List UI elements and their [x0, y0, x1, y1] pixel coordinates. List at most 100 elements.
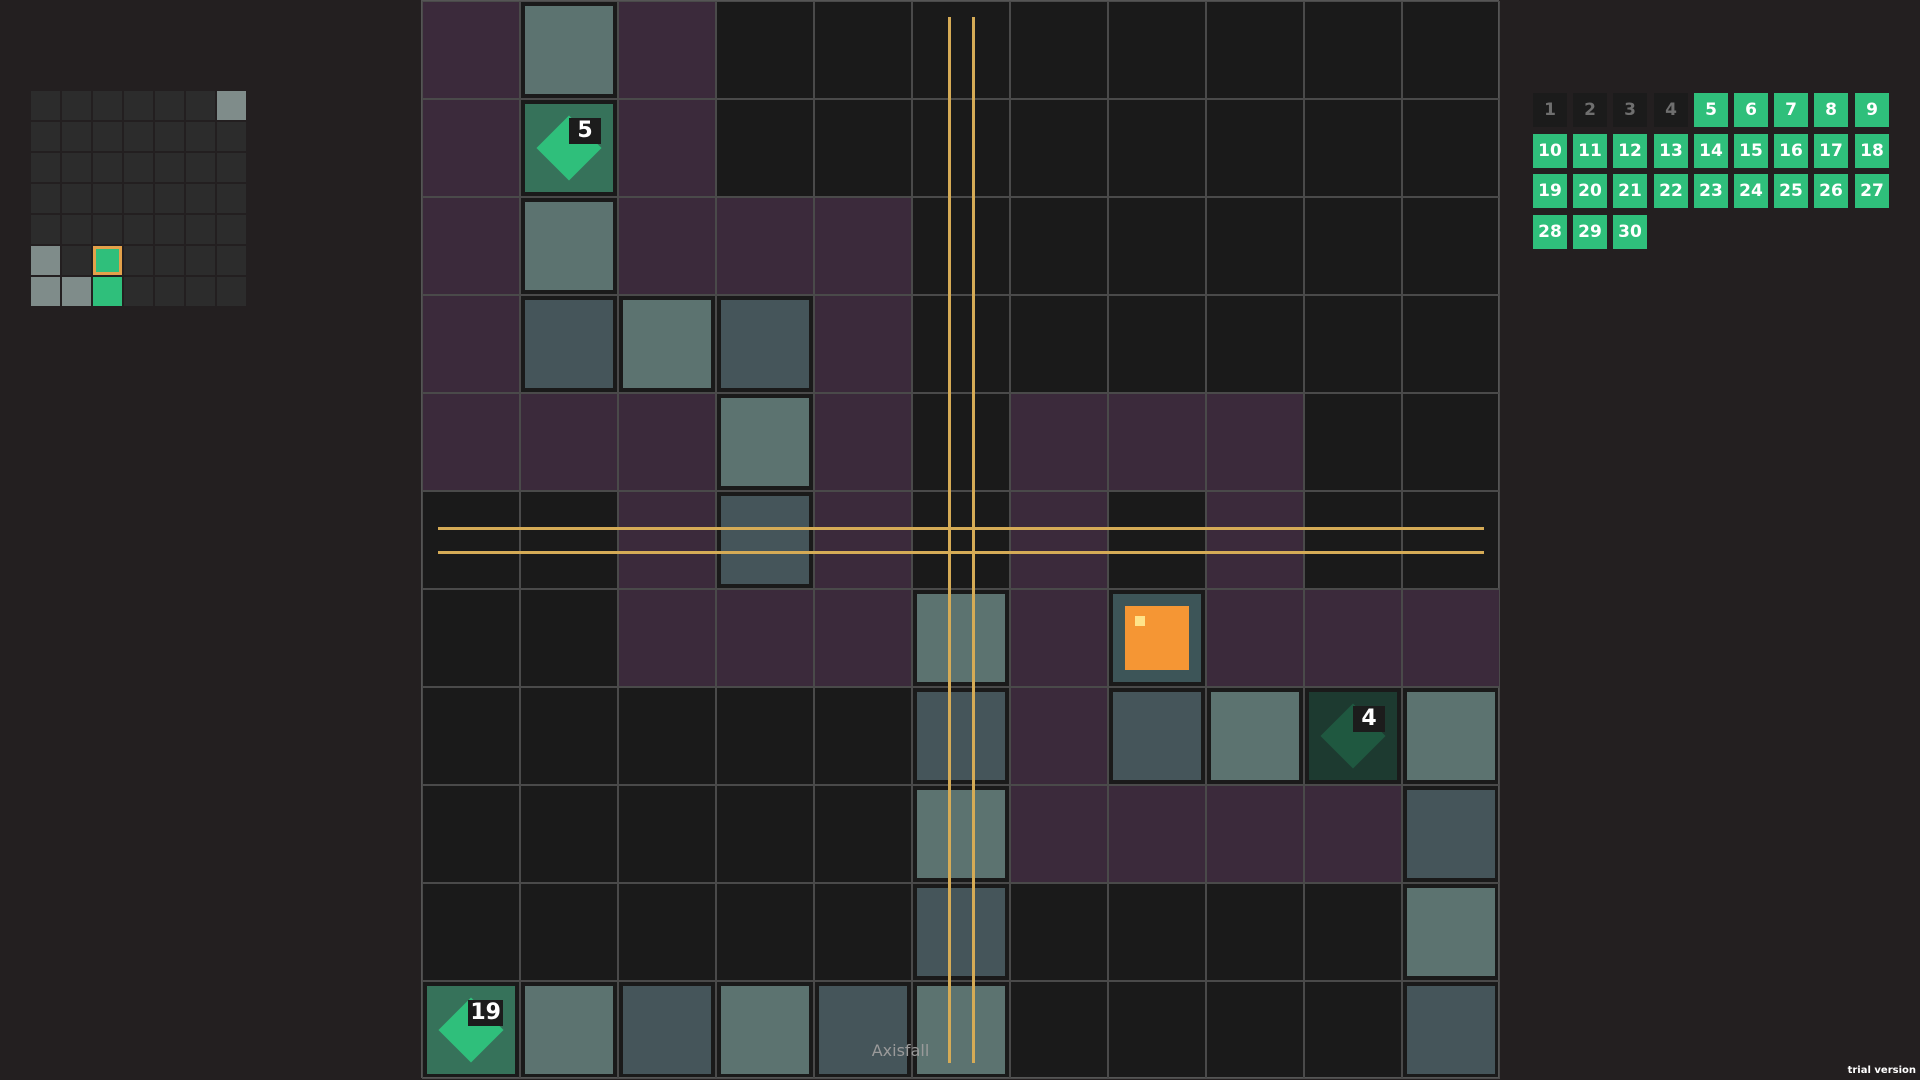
board-cell[interactable] — [618, 393, 716, 491]
board-cell[interactable]: 5 — [520, 99, 618, 197]
board-cell[interactable] — [520, 491, 618, 589]
gray-block[interactable] — [917, 986, 1005, 1074]
gray-block[interactable] — [917, 594, 1005, 682]
level-button-12[interactable]: 12 — [1613, 133, 1647, 168]
level-button-2[interactable]: 2 — [1573, 93, 1607, 127]
board-cell[interactable] — [1108, 295, 1206, 393]
board-cell[interactable] — [1108, 491, 1206, 589]
board-cell[interactable] — [520, 295, 618, 393]
board-cell[interactable] — [814, 295, 912, 393]
board-cell[interactable] — [1206, 491, 1304, 589]
slate-block[interactable] — [917, 692, 1005, 780]
green-piece[interactable]: 19 — [427, 986, 515, 1074]
board-cell[interactable] — [1108, 393, 1206, 491]
board-cell[interactable] — [1402, 785, 1500, 883]
level-button-7[interactable]: 7 — [1774, 93, 1808, 127]
board-cell[interactable] — [1108, 1, 1206, 99]
board-cell[interactable] — [422, 687, 520, 785]
board-cell[interactable] — [618, 785, 716, 883]
board-cell[interactable] — [912, 197, 1010, 295]
gray-block[interactable] — [525, 986, 613, 1074]
board-cell[interactable] — [1108, 883, 1206, 981]
board-cell[interactable] — [1206, 687, 1304, 785]
board-cell[interactable] — [912, 589, 1010, 687]
board-cell[interactable] — [1010, 99, 1108, 197]
board-cell[interactable] — [1402, 99, 1500, 197]
board-cell[interactable] — [1304, 197, 1402, 295]
board-cell[interactable] — [1206, 883, 1304, 981]
gray-block[interactable] — [1407, 888, 1495, 976]
board-cell[interactable] — [1206, 1, 1304, 99]
board-cell[interactable] — [912, 491, 1010, 589]
board-cell[interactable] — [716, 785, 814, 883]
green-piece[interactable]: 4 — [1309, 692, 1397, 780]
green-piece[interactable]: 5 — [525, 104, 613, 192]
board-cell[interactable] — [1402, 1, 1500, 99]
board-cell[interactable] — [912, 295, 1010, 393]
board-cell[interactable] — [814, 1, 912, 99]
level-button-3[interactable]: 3 — [1613, 93, 1647, 127]
board-cell[interactable] — [1206, 99, 1304, 197]
board-cell[interactable] — [422, 197, 520, 295]
board-cell[interactable] — [618, 981, 716, 1079]
board-cell[interactable] — [1206, 981, 1304, 1079]
board-cell[interactable] — [1402, 393, 1500, 491]
level-button-18[interactable]: 18 — [1855, 133, 1889, 168]
board-cell[interactable] — [912, 687, 1010, 785]
gray-block[interactable] — [721, 398, 809, 486]
board-cell[interactable] — [618, 491, 716, 589]
board-cell[interactable] — [520, 687, 618, 785]
board-cell[interactable] — [618, 1, 716, 99]
board-cell[interactable] — [1304, 393, 1402, 491]
gray-block[interactable] — [917, 790, 1005, 878]
board-cell[interactable] — [814, 981, 912, 1079]
board-cell[interactable] — [422, 393, 520, 491]
board-cell[interactable] — [1010, 393, 1108, 491]
board-cell[interactable] — [1304, 883, 1402, 981]
board-cell[interactable] — [814, 393, 912, 491]
board-cell[interactable] — [716, 981, 814, 1079]
board-cell[interactable] — [1108, 981, 1206, 1079]
board-cell[interactable] — [716, 687, 814, 785]
board-cell[interactable] — [814, 589, 912, 687]
board-cell[interactable] — [520, 589, 618, 687]
board-cell[interactable] — [618, 295, 716, 393]
board-cell[interactable] — [814, 197, 912, 295]
board-cell[interactable] — [1108, 785, 1206, 883]
board-cell[interactable] — [716, 1, 814, 99]
board-cell[interactable] — [1010, 295, 1108, 393]
level-button-14[interactable]: 14 — [1694, 133, 1728, 168]
level-button-28[interactable]: 28 — [1533, 214, 1567, 249]
board-cell[interactable] — [1304, 491, 1402, 589]
board-cell[interactable] — [912, 981, 1010, 1079]
board-cell[interactable] — [716, 99, 814, 197]
level-button-30[interactable]: 30 — [1613, 214, 1647, 249]
board-cell[interactable] — [716, 589, 814, 687]
level-button-16[interactable]: 16 — [1774, 133, 1808, 168]
board-cell[interactable] — [1010, 687, 1108, 785]
board-cell[interactable] — [1108, 99, 1206, 197]
slate-block[interactable] — [917, 888, 1005, 976]
game-board[interactable]: 5 4 19 Axisfall — [421, 0, 1500, 1079]
board-cell[interactable] — [520, 1, 618, 99]
board-cell[interactable] — [1206, 785, 1304, 883]
board-cell[interactable] — [618, 99, 716, 197]
slate-block[interactable] — [1113, 692, 1201, 780]
board-cell[interactable] — [1402, 295, 1500, 393]
level-button-26[interactable]: 26 — [1814, 174, 1848, 208]
board-cell[interactable] — [912, 99, 1010, 197]
level-button-4[interactable]: 4 — [1654, 93, 1688, 127]
level-button-13[interactable]: 13 — [1654, 133, 1688, 168]
board-cell[interactable] — [1402, 197, 1500, 295]
board-cell[interactable] — [1010, 197, 1108, 295]
player-block[interactable] — [1113, 594, 1201, 682]
gray-block[interactable] — [721, 986, 809, 1074]
slate-block[interactable] — [721, 496, 809, 584]
board-cell[interactable] — [716, 197, 814, 295]
board-cell[interactable] — [422, 883, 520, 981]
board-cell[interactable] — [422, 491, 520, 589]
slate-block[interactable] — [1407, 790, 1495, 878]
board-cell[interactable] — [1402, 687, 1500, 785]
gray-block[interactable] — [623, 300, 711, 388]
slate-block[interactable] — [819, 986, 907, 1074]
